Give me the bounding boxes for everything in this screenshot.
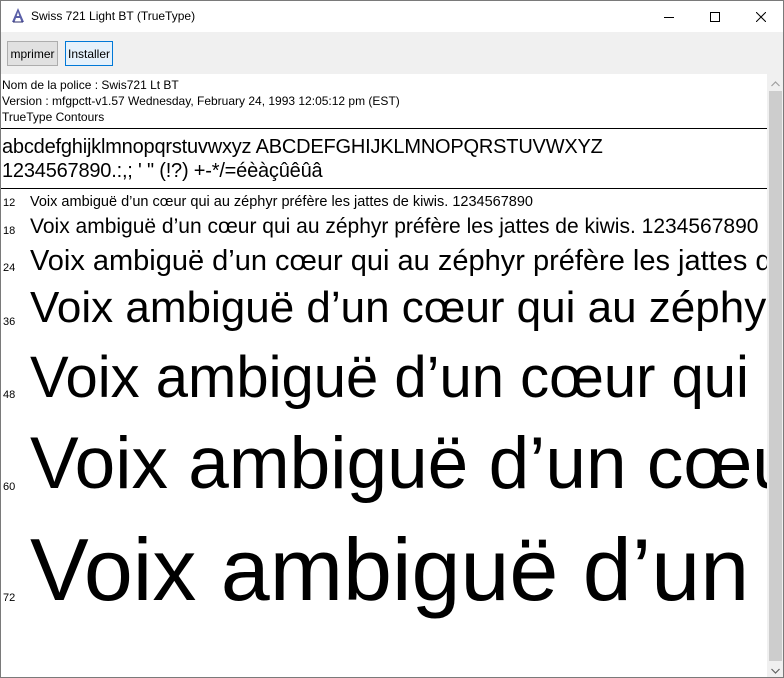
window-title: Swiss 721 Light BT (TrueType) bbox=[31, 9, 196, 23]
maximize-icon bbox=[710, 11, 720, 22]
size-label: 12 bbox=[3, 197, 16, 209]
size-label: 24 bbox=[3, 262, 16, 274]
scroll-down-button[interactable] bbox=[767, 661, 783, 678]
font-type-text: TrueType Contours bbox=[2, 110, 105, 124]
size-label: 48 bbox=[3, 389, 16, 401]
font-viewer-window: Swiss 721 Light BT (TrueType) mprimer In… bbox=[0, 0, 784, 678]
title-bar[interactable]: Swiss 721 Light BT (TrueType) bbox=[1, 1, 783, 32]
maximize-button[interactable] bbox=[692, 1, 738, 32]
sample-text: Voix ambiguë d’un cœur qui au zéphyr pré… bbox=[30, 194, 533, 210]
size-label: 36 bbox=[3, 316, 16, 328]
scroll-down-arrow-icon bbox=[771, 661, 780, 678]
sample-text: Voix ambiguë d’un cœur qui au zéphyr pré… bbox=[30, 423, 767, 504]
scrollbar-thumb[interactable] bbox=[769, 91, 782, 661]
sample-row-72: 72 Voix ambiguë d’un cœur qui au zéphyr … bbox=[1, 516, 767, 636]
sample-row-12: 12 Voix ambiguë d’un cœur qui au zéphyr … bbox=[1, 193, 767, 213]
divider bbox=[1, 188, 767, 189]
minimize-button[interactable] bbox=[646, 1, 692, 32]
font-version-text: Version : mfgpctt-v1.57 Wednesday, Febru… bbox=[2, 94, 400, 108]
font-preview-area: Nom de la police : Swis721 Lt BT Version… bbox=[1, 74, 767, 677]
minimize-icon bbox=[664, 12, 674, 22]
character-set: abcdefghijklmnopqrstuvwxyz ABCDEFGHIJKLM… bbox=[2, 135, 603, 183]
charset-symbols: 1234567890.:,; ' " (!?) +-*/=éèàçûêûâ bbox=[2, 160, 323, 182]
close-icon bbox=[756, 11, 766, 22]
font-info: Nom de la police : Swis721 Lt BT Version… bbox=[2, 77, 400, 125]
print-button[interactable]: mprimer bbox=[7, 41, 58, 66]
font-name-text: Nom de la police : Swis721 Lt BT bbox=[2, 78, 179, 92]
vertical-scrollbar[interactable] bbox=[767, 74, 783, 678]
size-label: 72 bbox=[3, 592, 16, 604]
size-label: 18 bbox=[3, 225, 16, 237]
sample-text: Voix ambiguë d’un cœur qui au zéphyr pré… bbox=[30, 245, 767, 277]
sample-text: Voix ambiguë d’un cœur qui au zéphyr pré… bbox=[30, 520, 767, 619]
scroll-up-arrow-icon bbox=[771, 74, 780, 92]
toolbar: mprimer Installer bbox=[1, 32, 783, 74]
sample-row-48: 48 Voix ambiguë d’un cœur qui au zéphyr … bbox=[1, 342, 767, 420]
sample-row-24: 24 Voix ambiguë d’un cœur qui au zéphyr … bbox=[1, 242, 767, 282]
sample-text: Voix ambiguë d’un cœur qui au zéphyr pré… bbox=[30, 283, 767, 332]
sample-row-36: 36 Voix ambiguë d’un cœur qui au zéphyr … bbox=[1, 282, 767, 342]
sample-text: Voix ambiguë d’un cœur qui au zéphyr pré… bbox=[30, 345, 767, 410]
sample-row-18: 18 Voix ambiguë d’un cœur qui au zéphyr … bbox=[1, 214, 767, 242]
size-label: 60 bbox=[3, 481, 16, 493]
divider bbox=[1, 128, 767, 129]
sample-text: Voix ambiguë d’un cœur qui au zéphyr pré… bbox=[30, 215, 759, 238]
font-file-icon bbox=[10, 7, 26, 23]
install-button[interactable]: Installer bbox=[65, 41, 113, 66]
scroll-up-button[interactable] bbox=[767, 74, 783, 92]
close-button[interactable] bbox=[738, 1, 783, 32]
charset-letters: abcdefghijklmnopqrstuvwxyz ABCDEFGHIJKLM… bbox=[2, 136, 603, 158]
sample-row-60: 60 Voix ambiguë d’un cœur qui au zéphyr … bbox=[1, 420, 767, 516]
